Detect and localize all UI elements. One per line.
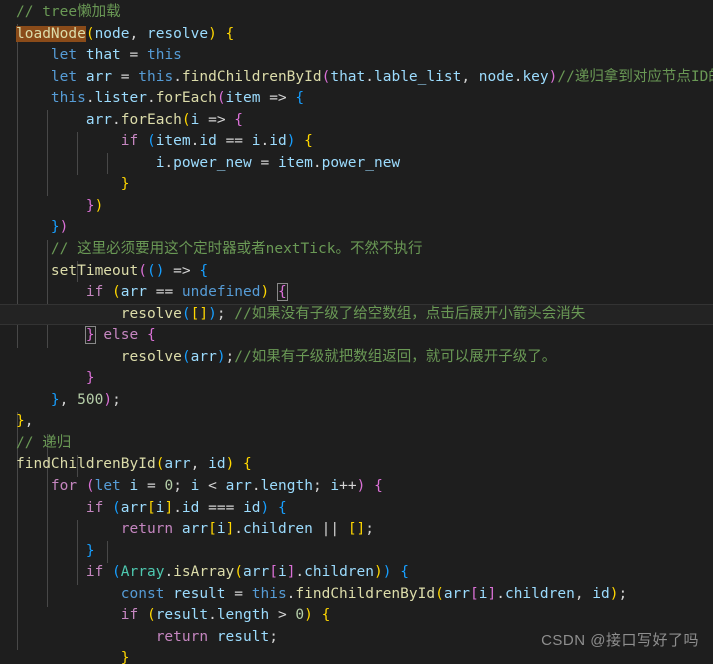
code-line[interactable]: i.power_new = item.power_new — [0, 153, 713, 175]
code-line[interactable]: arr.forEach(i => { — [0, 110, 713, 132]
code-line[interactable]: findChildrenById(arr, id) { — [0, 454, 713, 476]
comment: //递归拿到对应节点ID的子级数组 — [557, 68, 713, 85]
code-line[interactable]: }) — [0, 217, 713, 239]
watermark: CSDN @接口写好了吗 — [541, 632, 699, 649]
code-line-current[interactable]: resolve([]); //如果没有子级了给空数组，点击后展开小箭头会消失 — [0, 303, 713, 326]
code-line[interactable]: } — [0, 368, 713, 390]
number-literal: 500 — [77, 391, 104, 408]
function-declaration[interactable]: findChildrenById — [16, 456, 156, 472]
code-line[interactable]: // tree懒加载 — [0, 2, 713, 24]
code-line[interactable]: }, — [0, 411, 713, 433]
comment: // 这里必须要用这个定时器或者nextTick。不然不执行 — [50, 241, 423, 258]
bracket-match-open: { — [276, 283, 288, 302]
code-line[interactable]: if (item.id == i.id) { — [0, 131, 713, 153]
code-line[interactable]: this.lister.forEach(item => { — [0, 88, 713, 110]
code-line[interactable]: let arr = this.findChildrenById(that.lab… — [0, 67, 713, 89]
bracket-match-close: } — [84, 326, 96, 345]
code-line[interactable]: } — [0, 174, 713, 196]
code-line[interactable]: if (Array.isArray(arr[i].children)) { — [0, 562, 713, 584]
comment: //如果没有子级了给空数组，点击后展开小箭头会消失 — [234, 305, 586, 322]
code-line[interactable]: }, 500); — [0, 390, 713, 412]
comment: //如果有子级就把数组返回，就可以展开子级了。 — [234, 348, 557, 365]
code-line[interactable]: setTimeout(() => { — [0, 261, 713, 283]
code-line[interactable]: // 递归 — [0, 433, 713, 455]
code-line[interactable]: for (let i = 0; i < arr.length; i++) { — [0, 476, 713, 498]
code-line[interactable]: loadNode(node, resolve) { — [0, 24, 713, 46]
comment: // 递归 — [16, 434, 72, 451]
code-line[interactable]: return arr[i].children || []; — [0, 519, 713, 541]
selected-token[interactable]: loadNode — [16, 25, 86, 42]
code-editor[interactable]: // tree懒加载 loadNode(node, resolve) { let… — [0, 0, 713, 664]
code-lines[interactable]: // tree懒加载 loadNode(node, resolve) { let… — [0, 0, 713, 664]
code-line[interactable]: }) — [0, 196, 713, 218]
code-line[interactable]: if (arr[i].id === id) { — [0, 498, 713, 520]
code-line[interactable]: resolve(arr);//如果有子级就把数组返回，就可以展开子级了。 — [0, 347, 713, 369]
code-line[interactable]: } else { — [0, 325, 713, 347]
code-line[interactable]: if (arr == undefined) { — [0, 282, 713, 304]
code-line[interactable]: } — [0, 541, 713, 563]
code-line[interactable]: // 这里必须要用这个定时器或者nextTick。不然不执行 — [0, 239, 713, 261]
comment: // tree懒加载 — [16, 4, 121, 20]
code-line[interactable]: } — [0, 648, 713, 664]
code-line[interactable]: const result = this.findChildrenById(arr… — [0, 584, 713, 606]
code-line[interactable]: if (result.length > 0) { — [0, 605, 713, 627]
code-line[interactable]: let that = this — [0, 45, 713, 67]
